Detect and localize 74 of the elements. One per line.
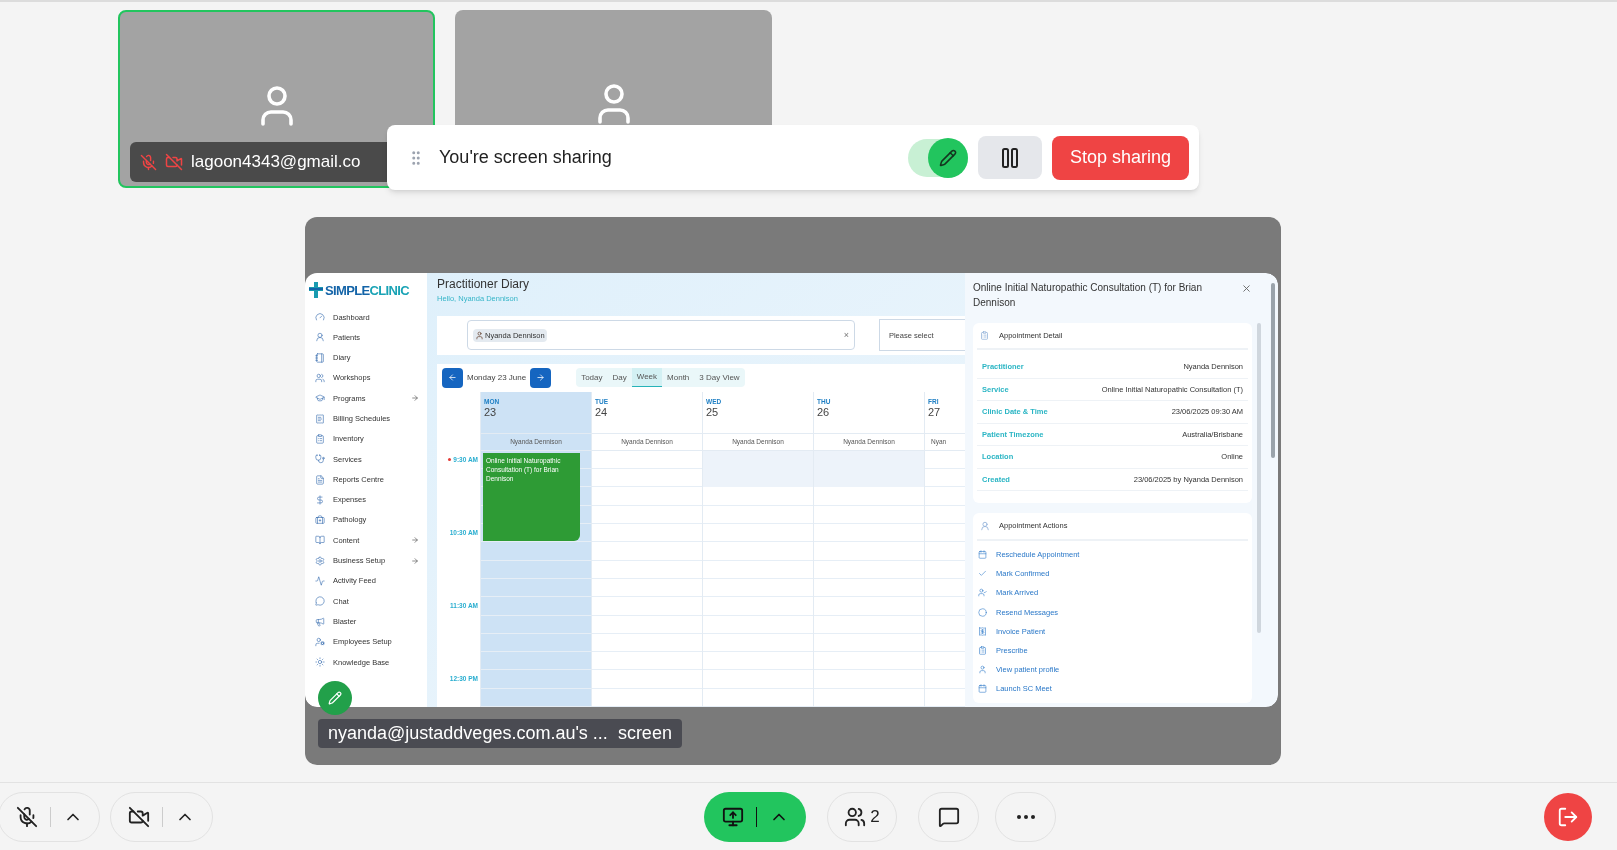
day-number: 23 xyxy=(484,405,498,420)
clipboard-icon xyxy=(315,433,325,444)
participants-button[interactable]: 2 xyxy=(827,791,897,842)
person-icon xyxy=(978,665,987,675)
annotate-toggle[interactable] xyxy=(908,138,968,177)
stop-sharing-button[interactable]: Stop sharing xyxy=(1052,135,1189,180)
logo-text: SIMPLECLINIC xyxy=(325,283,409,297)
clipboard-icon xyxy=(980,331,989,340)
people-icon xyxy=(315,373,325,384)
person-icon xyxy=(315,332,325,343)
chat-button[interactable] xyxy=(918,791,979,842)
mic-off-icon[interactable] xyxy=(15,805,38,828)
logo-icon xyxy=(308,281,324,299)
avatar-icon xyxy=(475,330,484,340)
pause-button[interactable] xyxy=(978,136,1042,179)
book-icon xyxy=(315,535,325,546)
document-icon xyxy=(315,474,325,485)
check-icon xyxy=(978,569,987,579)
pause-icon xyxy=(1002,147,1018,168)
gear-icon xyxy=(315,555,325,566)
camera-off-icon[interactable] xyxy=(128,805,150,828)
arrow-left-icon xyxy=(448,373,457,383)
close-icon[interactable] xyxy=(1241,283,1252,294)
receipt-icon xyxy=(978,626,987,636)
page-title: Practitioner Diary xyxy=(437,276,531,293)
medical-kit-icon xyxy=(315,515,325,526)
day-number: 25 xyxy=(706,405,720,420)
circle-icon xyxy=(978,607,987,617)
sharing-status: You're screen sharing xyxy=(439,146,613,169)
clear-button[interactable]: × xyxy=(843,328,849,343)
clipboard-icon xyxy=(978,646,987,656)
stethoscope-icon xyxy=(315,454,325,465)
receipt-icon xyxy=(315,413,325,424)
view-tab[interactable]: 3 Day View xyxy=(694,368,745,388)
notebook-icon xyxy=(315,352,325,363)
screen-share-icon[interactable] xyxy=(721,805,744,828)
share-control[interactable] xyxy=(704,791,806,842)
dollar-icon xyxy=(315,494,325,505)
day-number: 26 xyxy=(817,405,831,420)
gauge-icon xyxy=(315,312,325,323)
leave-button[interactable] xyxy=(1544,792,1592,841)
leave-icon xyxy=(1557,805,1579,828)
more-icon xyxy=(1016,814,1035,819)
sun-icon xyxy=(315,657,325,668)
annotate-button[interactable] xyxy=(318,681,352,715)
pencil-icon xyxy=(939,148,957,167)
panel-title: Online Initial Naturopathic Consultation (T) for Brian Dennison xyxy=(973,281,1203,310)
chat-icon xyxy=(937,805,960,828)
next-button[interactable] xyxy=(530,367,552,388)
calendar-icon xyxy=(978,684,987,694)
view-tab[interactable]: Week xyxy=(631,368,663,388)
day-number: 24 xyxy=(595,405,609,420)
date-label: Monday 23 June xyxy=(466,371,528,384)
caption-name: nyanda@justaddveges.com.au's ... xyxy=(328,722,608,745)
previous-button[interactable] xyxy=(442,367,463,388)
mic-control[interactable] xyxy=(0,791,100,842)
megaphone-icon xyxy=(315,616,325,627)
person-icon xyxy=(980,521,990,531)
view-tab[interactable]: Today xyxy=(576,368,608,388)
pencil-icon xyxy=(328,691,342,705)
calendar-icon xyxy=(978,550,987,560)
activity-icon xyxy=(315,576,325,586)
graduation-cap-icon xyxy=(315,393,325,404)
caption-suffix: screen xyxy=(617,722,672,745)
people-icon xyxy=(844,805,867,828)
participant-name: lagoon4343@gmail.co xyxy=(191,151,361,174)
view-tab[interactable]: Day xyxy=(607,368,632,388)
person-gear-icon xyxy=(315,636,325,647)
chat-icon xyxy=(315,596,325,607)
camera-control[interactable] xyxy=(110,791,213,842)
day-number: 27 xyxy=(928,405,942,420)
view-tab[interactable]: Month xyxy=(662,368,695,388)
arrow-right-icon xyxy=(536,373,546,383)
person-check-icon xyxy=(978,588,987,598)
